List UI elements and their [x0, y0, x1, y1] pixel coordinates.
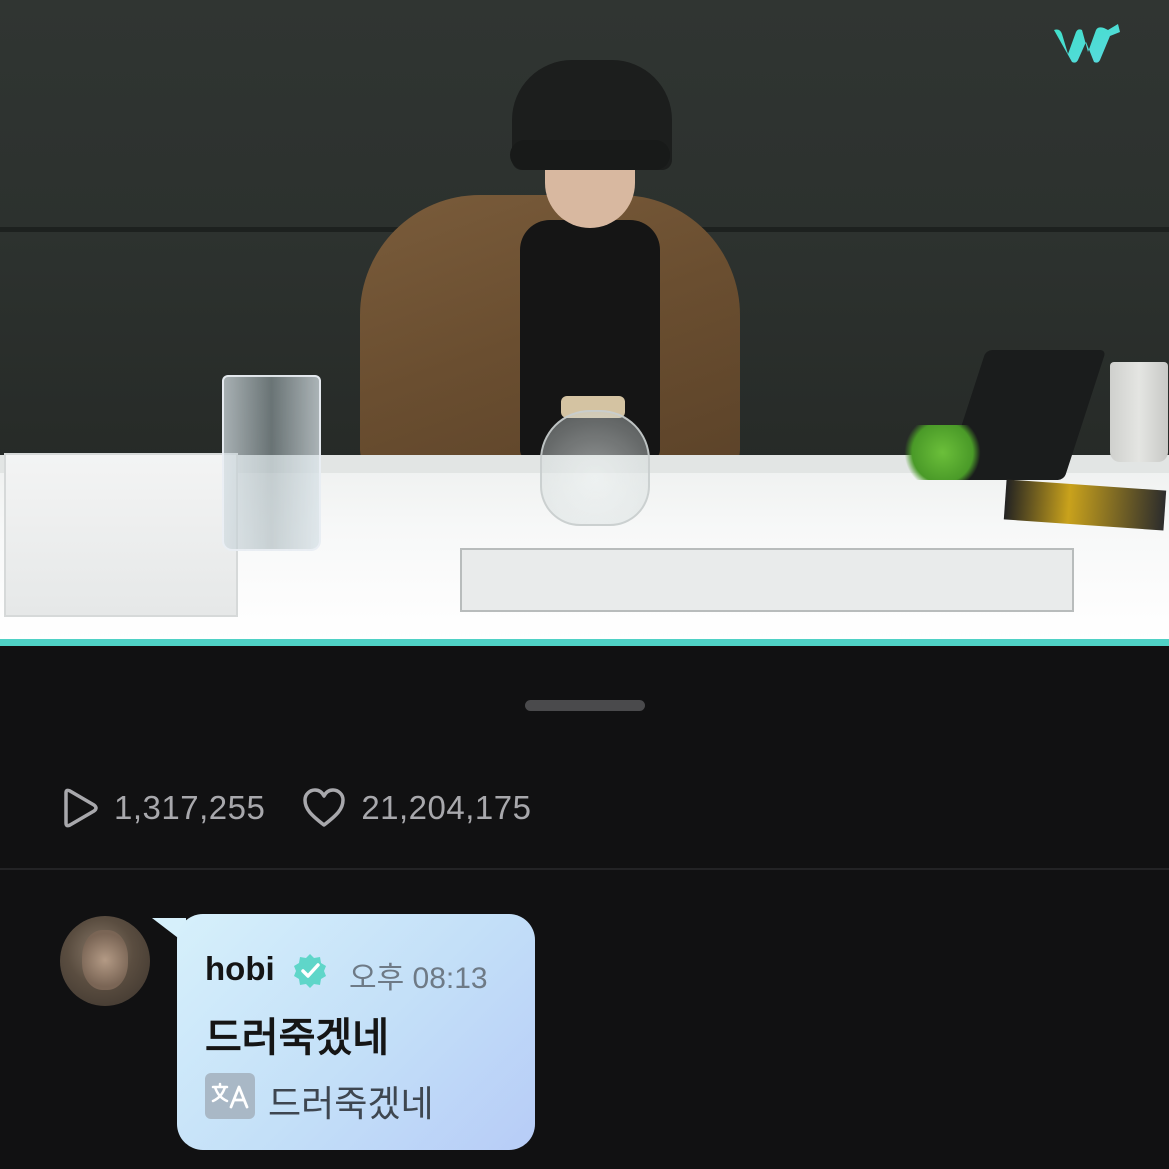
- translated-text: 드러죽겠네: [268, 1083, 434, 1124]
- progress-bar[interactable]: [0, 639, 1169, 646]
- comment-text: 드러죽겠네: [205, 1016, 389, 1060]
- table-tray: [460, 548, 1074, 612]
- plant: [900, 425, 985, 480]
- section-divider: [0, 868, 1169, 870]
- comment-author[interactable]: hobi: [205, 950, 275, 988]
- translate-icon[interactable]: [205, 1073, 255, 1119]
- heart-icon[interactable]: [301, 787, 347, 829]
- water-glass: [222, 375, 321, 551]
- like-count: 21,204,175: [361, 789, 532, 826]
- avatar[interactable]: [60, 916, 150, 1006]
- weverse-logo-icon: [1054, 24, 1120, 63]
- comment-timestamp: 오후 08:13: [349, 962, 488, 995]
- verified-badge-icon: [294, 954, 326, 988]
- paper-cup: [1110, 362, 1168, 462]
- avatar-face: [82, 930, 128, 990]
- like-count-stat: 21,204,175: [301, 787, 531, 829]
- translate-glyph-icon: [211, 1082, 249, 1109]
- stats-row: 1,317,255 21,204,175: [60, 780, 567, 836]
- play-count: 1,317,255: [114, 789, 266, 826]
- video-player[interactable]: [0, 0, 1169, 640]
- paper-stack: [4, 453, 238, 617]
- person-hat-brim: [510, 140, 670, 170]
- play-count-stat: 1,317,255: [60, 787, 265, 829]
- play-icon: [64, 788, 98, 828]
- sheet-drag-handle[interactable]: [525, 700, 645, 711]
- glass-jar: [540, 410, 650, 526]
